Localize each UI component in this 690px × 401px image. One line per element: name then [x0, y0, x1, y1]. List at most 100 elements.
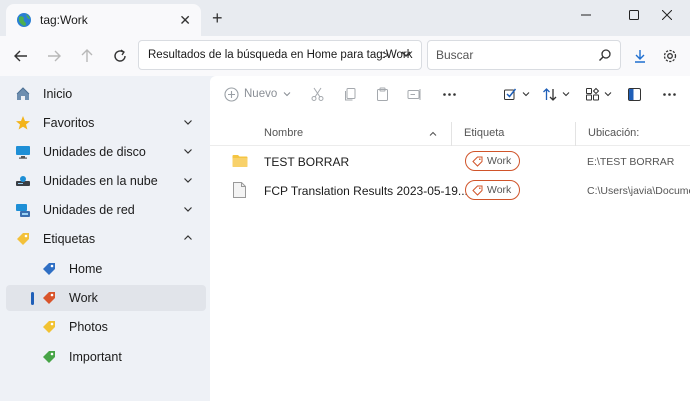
layout-button[interactable]	[585, 82, 613, 106]
chevron-down-icon[interactable]	[182, 174, 194, 186]
tag-photos-icon	[43, 321, 55, 333]
sidebar-item-tag-work[interactable]: Work	[6, 285, 206, 311]
minimize-button[interactable]	[563, 0, 609, 30]
address-text: Resultados de la búsqueda en Home para t…	[148, 49, 413, 61]
file-name: FCP Translation Results 2023-05-19...	[264, 184, 468, 198]
cut-button[interactable]	[310, 82, 325, 106]
file-location: E:\TEST BORRAR	[587, 156, 675, 168]
arrow-right-icon	[48, 50, 61, 62]
sort-ascending-icon[interactable]	[428, 129, 438, 139]
sidebar-item-label: Home	[69, 262, 103, 276]
sort-icon	[543, 87, 557, 101]
forward-button[interactable]	[40, 42, 68, 70]
sidebar-item-unidades-disco[interactable]: Unidades de disco	[6, 139, 206, 165]
column-name[interactable]: Nombre	[264, 127, 303, 139]
preview-pane-icon	[628, 87, 641, 101]
new-tab-button[interactable]: +	[212, 9, 223, 27]
file-row[interactable]: TEST BORRAR Work E:\TEST BORRAR	[210, 148, 690, 176]
sidebar-item-inicio[interactable]: Inicio	[6, 81, 206, 107]
file-row[interactable]: FCP Translation Results 2023-05-19... Wo…	[210, 177, 690, 205]
sidebar-item-unidades-nube[interactable]: Unidades en la nube	[6, 168, 206, 194]
sidebar-item-tag-home[interactable]: Home	[6, 256, 206, 282]
search-input[interactable]	[436, 46, 596, 64]
download-button[interactable]	[626, 42, 654, 70]
settings-button[interactable]	[656, 42, 684, 70]
sidebar-item-tag-photos[interactable]: Photos	[6, 314, 206, 340]
tag-badge[interactable]: Work	[465, 180, 520, 200]
star-icon	[16, 116, 30, 130]
sidebar-item-unidades-red[interactable]: Unidades de red	[6, 197, 206, 223]
arrow-up-icon	[81, 49, 93, 62]
tab-work[interactable]: tag:Work ✕	[6, 4, 201, 36]
sidebar-item-label: Inicio	[43, 87, 73, 101]
chevron-up-icon[interactable]	[182, 232, 194, 244]
back-button[interactable]	[7, 42, 35, 70]
sidebar-item-favoritos[interactable]: Favoritos	[6, 110, 206, 136]
maximize-icon	[629, 10, 639, 20]
search-icon[interactable]	[598, 48, 612, 62]
tag-badge[interactable]: Work	[465, 151, 520, 171]
rename-icon	[407, 88, 421, 100]
preview-pane-button[interactable]	[627, 82, 642, 106]
address-bar[interactable]: Resultados de la búsqueda en Home para t…	[138, 40, 422, 70]
sidebar-item-label: Unidades de disco	[43, 145, 146, 159]
chevron-down-icon[interactable]	[182, 203, 194, 215]
sidebar-item-tag-important[interactable]: Important	[6, 344, 206, 370]
minimize-icon	[581, 14, 591, 16]
file-name: TEST BORRAR	[264, 155, 350, 169]
column-location[interactable]: Ubicación:	[588, 127, 639, 139]
cloud-drive-icon	[16, 176, 30, 186]
download-icon	[635, 50, 645, 63]
monitor-icon	[16, 146, 30, 159]
navigation-bar: Resultados de la búsqueda en Home para t…	[0, 36, 690, 76]
more-actions-button[interactable]	[442, 82, 457, 106]
breadcrumb-separator[interactable]: >	[382, 48, 389, 62]
tag-work-icon	[43, 292, 55, 304]
chevron-down-icon	[283, 92, 291, 97]
network-drive-icon	[16, 204, 30, 217]
folder-icon	[232, 155, 248, 167]
gear-icon	[663, 49, 677, 63]
checkbox-icon	[504, 88, 517, 100]
paste-button[interactable]	[375, 82, 390, 106]
chevron-down-icon[interactable]	[182, 116, 194, 128]
column-separator[interactable]	[451, 122, 452, 146]
new-button[interactable]: Nuevo	[224, 82, 292, 106]
sidebar: Inicio Favoritos Unidades de disco Unida…	[0, 76, 210, 401]
close-button[interactable]	[644, 0, 690, 30]
tab-title: tag:Work	[40, 13, 88, 27]
scissors-icon	[311, 87, 324, 101]
tab-close-icon[interactable]: ✕	[179, 12, 191, 28]
more-options-button[interactable]	[662, 82, 677, 106]
chevron-down-icon[interactable]	[182, 145, 194, 157]
sidebar-item-etiquetas[interactable]: Etiquetas	[6, 226, 206, 252]
tag-important-icon	[43, 351, 55, 363]
toolbar: Nuevo	[210, 76, 690, 112]
column-tag[interactable]: Etiqueta	[464, 127, 504, 139]
sidebar-item-label: Unidades en la nube	[43, 174, 158, 188]
arrow-left-icon	[14, 50, 27, 62]
column-separator[interactable]	[575, 122, 576, 146]
tag-home-icon	[43, 263, 55, 275]
search-box[interactable]	[427, 40, 621, 70]
up-button[interactable]	[73, 42, 101, 70]
selection-mode-button[interactable]	[503, 82, 531, 106]
tag-badge-label: Work	[487, 155, 512, 167]
rename-button[interactable]	[407, 82, 422, 106]
title-bar: tag:Work ✕ +	[0, 0, 690, 36]
chevron-down-icon	[604, 92, 612, 97]
refresh-button[interactable]	[106, 42, 134, 70]
document-icon	[233, 182, 246, 198]
globe-icon	[17, 13, 31, 27]
tag-outline-icon	[472, 185, 483, 196]
sort-button[interactable]	[542, 82, 571, 106]
file-list-pane: Nuevo Nombre Etiqueta Ubicación: TEST BO…	[210, 76, 690, 401]
tag-badge-label: Work	[487, 184, 512, 196]
sidebar-item-label: Favoritos	[43, 116, 95, 130]
tag-outline-icon	[472, 156, 483, 167]
chevron-down-icon[interactable]	[399, 47, 413, 61]
file-location: C:\Users\javia\Documents	[587, 185, 690, 197]
copy-button[interactable]	[343, 82, 358, 106]
refresh-icon	[114, 49, 126, 62]
sidebar-item-label: Etiquetas	[43, 232, 96, 246]
